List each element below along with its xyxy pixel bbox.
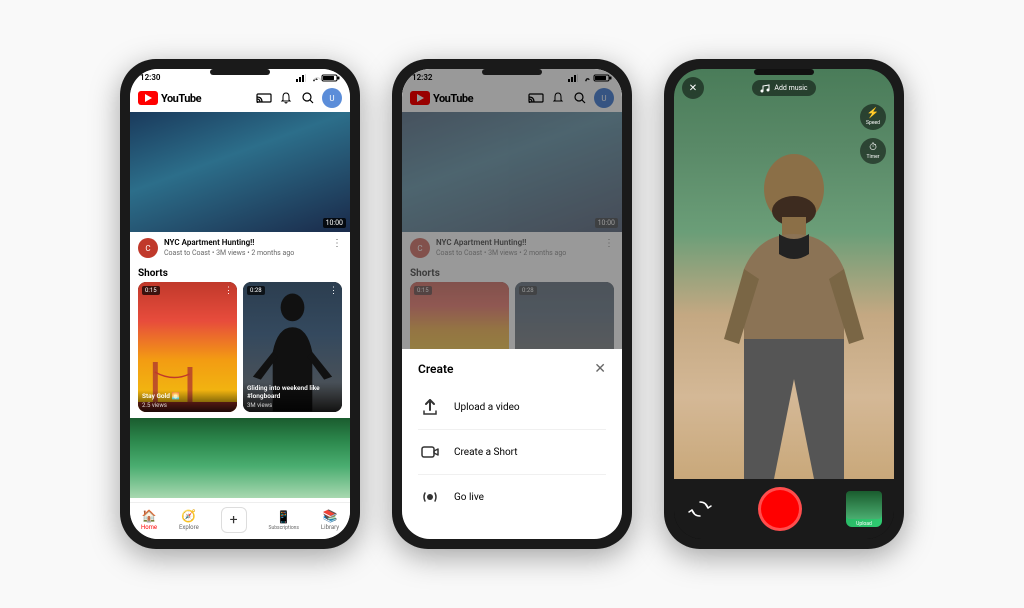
short-more-1[interactable]: ⋮ <box>224 286 233 296</box>
shorts-label-1: Shorts <box>130 264 350 282</box>
modal-item-live[interactable]: Go live <box>418 475 606 519</box>
wifi-icon <box>309 74 319 82</box>
short-card-2[interactable]: 0:28 ⋮ Gliding into weekend like #longbo… <box>243 282 342 412</box>
shorts-row-1: 0:15 ⋮ Stay Gold 🌅 2.5 views <box>130 282 350 418</box>
short-views-2: 3M views <box>247 402 338 409</box>
landscape-thumb-1[interactable] <box>130 418 350 498</box>
yt-nav-icons: U <box>256 88 342 108</box>
camera-right-controls: ⚡ Speed ⏱ Timer <box>860 104 886 164</box>
home-icon: 🏠 <box>142 509 157 523</box>
modal-header: Create ✕ <box>418 361 606 377</box>
modal-upload-label: Upload a video <box>454 402 520 413</box>
modal-close-btn[interactable]: ✕ <box>594 361 606 377</box>
yt-logo-icon <box>138 91 158 105</box>
record-button[interactable] <box>758 487 802 531</box>
user-avatar-1[interactable]: U <box>322 88 342 108</box>
video-more-btn-1[interactable]: ⋮ <box>332 238 342 258</box>
modal-live-label: Go live <box>454 492 484 503</box>
create-btn-icon[interactable]: + <box>221 507 247 533</box>
video-channel-1: Coast to Coast • 3M views • 2 months ago <box>164 249 326 257</box>
modal-short-label: Create a Short <box>454 447 518 458</box>
main-container: 12:30 YouTube <box>0 0 1024 608</box>
bottom-nav-1: 🏠 Home 🧭 Explore + 📱 Subscriptions 📚 Lib… <box>130 502 350 539</box>
camera-close-btn[interactable]: ✕ <box>682 77 704 99</box>
search-icon[interactable] <box>300 90 316 106</box>
add-music-label: Add music <box>774 84 807 92</box>
person-silhouette <box>724 139 864 479</box>
short-views-1: 2.5 views <box>142 402 233 409</box>
short-card-1[interactable]: 0:15 ⋮ Stay Gold 🌅 2.5 views <box>138 282 237 412</box>
nav-subscriptions-label: Subscriptions <box>269 525 300 531</box>
video-thumbnail-1[interactable]: 10:00 <box>130 112 350 232</box>
library-icon: 📚 <box>323 509 338 523</box>
nav-home[interactable]: 🏠 Home <box>141 509 157 531</box>
camera-view: ✕ Add music ⚡ Speed ⏱ Timer <box>674 69 894 479</box>
speed-label: Speed <box>866 120 880 126</box>
nav-explore-label: Explore <box>179 524 199 531</box>
battery-icon <box>322 74 340 82</box>
shorts-camera-icon <box>418 440 442 464</box>
timer-label: Timer <box>867 154 880 160</box>
upload-label: Upload <box>856 521 872 527</box>
status-icons-1 <box>296 74 340 82</box>
flip-camera-btn[interactable] <box>686 495 714 523</box>
short-info-2: Gliding into weekend like #longboard 3M … <box>243 382 342 412</box>
status-time-1: 12:30 <box>140 73 160 82</box>
timer-btn[interactable]: ⏱ Timer <box>860 138 886 164</box>
short-title-2: Gliding into weekend like #longboard <box>247 385 338 401</box>
music-icon <box>760 83 770 93</box>
timer-icon: ⏱ <box>869 142 877 153</box>
youtube-logo: YouTube <box>138 91 201 105</box>
cast-icon[interactable] <box>256 90 272 106</box>
signal-icon <box>296 74 306 82</box>
speed-icon: ⚡ <box>867 108 879 119</box>
modal-item-short[interactable]: Create a Short <box>418 430 606 475</box>
modal-title: Create <box>418 362 453 376</box>
short-duration-1: 0:15 <box>142 286 160 295</box>
video-info-1: C NYC Apartment Hunting!! Coast to Coast… <box>130 232 350 264</box>
add-music-btn[interactable]: Add music <box>752 80 815 96</box>
yt-navbar-1: YouTube U <box>130 84 350 112</box>
nav-library-label: Library <box>321 524 339 531</box>
explore-icon: 🧭 <box>181 509 196 523</box>
live-icon <box>418 485 442 509</box>
modal-item-upload[interactable]: Upload a video <box>418 385 606 430</box>
nav-home-label: Home <box>141 524 157 531</box>
nav-explore[interactable]: 🧭 Explore <box>179 509 199 531</box>
video-duration-1: 10:00 <box>323 218 346 228</box>
upload-thumbnail[interactable]: Upload <box>846 491 882 527</box>
phone-3: ✕ Add music ⚡ Speed ⏱ Timer <box>664 59 904 549</box>
video-title-1: NYC Apartment Hunting!! <box>164 238 326 248</box>
nav-subscriptions[interactable]: 📱 Subscriptions <box>269 510 300 531</box>
yt-logo-text: YouTube <box>161 92 201 105</box>
nav-create[interactable]: + <box>221 507 247 533</box>
flip-icon <box>689 498 711 520</box>
video-meta-1: NYC Apartment Hunting!! Coast to Coast •… <box>164 238 326 258</box>
subscriptions-icon: 📱 <box>276 510 291 524</box>
short-info-1: Stay Gold 🌅 2.5 views <box>138 390 237 412</box>
bell-icon[interactable] <box>278 90 294 106</box>
short-more-2[interactable]: ⋮ <box>329 286 338 296</box>
short-title-1: Stay Gold 🌅 <box>142 393 233 401</box>
phone-2: 12:32 YouTube <box>392 59 632 549</box>
upload-icon <box>418 395 442 419</box>
phone-1: 12:30 YouTube <box>120 59 360 549</box>
create-modal: Create ✕ Upload a video <box>402 349 622 539</box>
speed-btn[interactable]: ⚡ Speed <box>860 104 886 130</box>
channel-avatar-1: C <box>138 238 158 258</box>
camera-bottom-bar: Upload <box>674 479 894 539</box>
nav-library[interactable]: 📚 Library <box>321 509 339 531</box>
short-duration-2: 0:28 <box>247 286 265 295</box>
